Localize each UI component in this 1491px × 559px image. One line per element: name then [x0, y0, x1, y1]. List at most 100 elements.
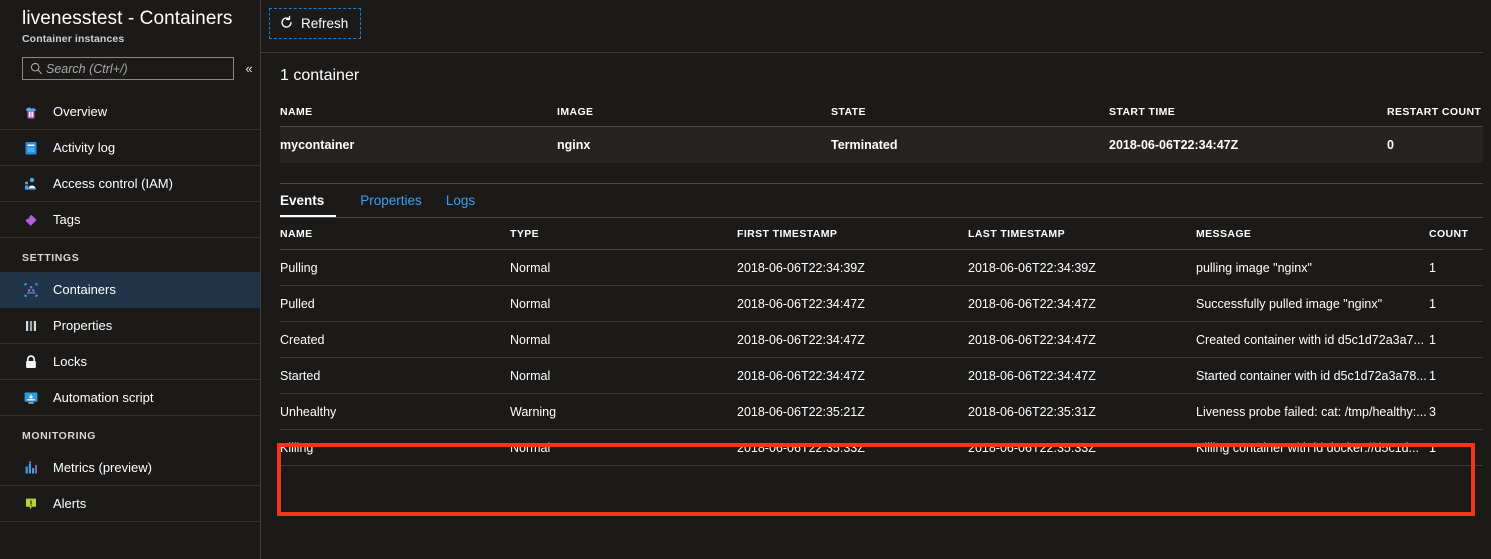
search-row: « [0, 45, 260, 80]
cell-message: Created container with id d5c1d72a3a7... [1196, 332, 1424, 347]
sidebar-item-label: Overview [53, 104, 108, 119]
cell-event-type: Normal [510, 260, 551, 275]
sidebar-item-metrics[interactable]: Metrics (preview) [0, 450, 260, 486]
tab-properties[interactable]: Properties [348, 184, 434, 217]
sidebar-item-access-control[interactable]: Access control (IAM) [0, 166, 260, 202]
table-row[interactable]: mycontainer nginx Terminated 2018-06-06T… [280, 127, 1483, 163]
search-box[interactable] [22, 57, 235, 80]
cell-count: 1 [1429, 260, 1436, 275]
column-header-event-name: NAME [280, 227, 313, 240]
cell-event-name: Started [280, 368, 321, 383]
sidebar-item-alerts[interactable]: Alerts [0, 486, 260, 522]
cell-event-type: Normal [510, 368, 551, 383]
cell-first-timestamp: 2018-06-06T22:34:47Z [737, 332, 865, 347]
table-row[interactable]: Killing Normal 2018-06-06T22:35:33Z 2018… [280, 430, 1483, 466]
sidebar-item-locks[interactable]: Locks [0, 344, 260, 380]
sidebar-item-label: Locks [53, 354, 87, 369]
sidebar-item-containers[interactable]: Containers [0, 272, 260, 308]
main-content: Refresh 1 container NAME IMAGE STATE STA… [261, 0, 1491, 559]
cell-event-type: Warning [510, 404, 557, 419]
sidebar-item-label: Access control (IAM) [53, 176, 173, 191]
cell-container-name: mycontainer [280, 138, 355, 152]
containers-table: NAME IMAGE STATE START TIME RESTART COUN… [261, 97, 1491, 163]
refresh-button-label: Refresh [301, 16, 349, 31]
column-header-restart-count: RESTART COUNT [1387, 105, 1482, 118]
cell-count: 3 [1429, 404, 1436, 419]
table-row[interactable]: Created Normal 2018-06-06T22:34:47Z 2018… [280, 322, 1483, 358]
alerts-bell-badge-icon [22, 495, 40, 513]
table-row[interactable]: Started Normal 2018-06-06T22:34:47Z 2018… [280, 358, 1483, 394]
sidebar-item-overview[interactable]: Overview [0, 94, 260, 130]
column-header-count: COUNT [1429, 227, 1469, 240]
column-header-name: NAME [280, 105, 313, 118]
cell-first-timestamp: 2018-06-06T22:34:39Z [737, 260, 865, 275]
sidebar-item-activity-log[interactable]: Activity log [0, 130, 260, 166]
cell-first-timestamp: 2018-06-06T22:35:21Z [737, 404, 865, 419]
column-header-state: STATE [831, 105, 866, 118]
access-control-people-icon [22, 175, 40, 193]
refresh-button[interactable]: Refresh [269, 8, 362, 39]
cell-container-restart-count: 0 [1387, 138, 1394, 152]
sidebar-item-label: Properties [53, 318, 113, 333]
detail-tabs-wrap: Events Properties Logs [261, 183, 1491, 218]
azure-portal-blade: livenesstest - Containers Container inst… [0, 0, 1491, 559]
events-table: NAME TYPE FIRST TIMESTAMP LAST TIMESTAMP… [261, 218, 1491, 466]
cell-container-image: nginx [557, 138, 591, 152]
cell-event-name: Pulled [280, 296, 315, 311]
page-subtitle: Container instances [22, 33, 125, 45]
cell-last-timestamp: 2018-06-06T22:34:47Z [968, 368, 1096, 383]
cell-message: Successfully pulled image "nginx" [1196, 296, 1383, 311]
sidebar-section-settings: SETTINGS [22, 252, 80, 264]
properties-sliders-icon [22, 317, 40, 335]
sidebar-item-label: Alerts [53, 496, 87, 511]
container-count-title: 1 container [280, 67, 360, 84]
sidebar-item-label: Metrics (preview) [53, 460, 152, 475]
automation-script-monitor-icon [22, 389, 40, 407]
cell-event-type: Normal [510, 332, 551, 347]
sidebar-item-tags[interactable]: Tags [0, 202, 260, 238]
table-row[interactable]: Unhealthy Warning 2018-06-06T22:35:21Z 2… [280, 394, 1483, 430]
column-header-first-timestamp: FIRST TIMESTAMP [737, 227, 838, 240]
sidebar-section-monitoring: MONITORING [22, 430, 97, 442]
column-header-image: IMAGE [557, 105, 594, 118]
command-toolbar: Refresh [261, 0, 1491, 46]
table-row[interactable]: Pulled Normal 2018-06-06T22:34:47Z 2018-… [280, 286, 1483, 322]
column-header-start-time: START TIME [1109, 105, 1176, 118]
cell-event-name: Created [280, 332, 325, 347]
table-row[interactable]: Pulling Normal 2018-06-06T22:34:39Z 2018… [280, 250, 1483, 286]
detail-tabs: Events Properties Logs [280, 184, 1483, 217]
cell-event-type: Normal [510, 440, 551, 455]
cell-event-name: Unhealthy [280, 404, 337, 419]
sidebar-item-label: Activity log [53, 140, 116, 155]
cell-container-start-time: 2018-06-06T22:34:47Z [1109, 138, 1239, 152]
sidebar-nav: Overview Activity log Access control (IA… [0, 94, 260, 522]
cell-message: Killing container with id docker://d5c1d… [1196, 440, 1420, 455]
search-icon [26, 62, 46, 75]
sidebar-item-automation-script[interactable]: Automation script [0, 380, 260, 416]
sidebar-item-properties[interactable]: Properties [0, 308, 260, 344]
cell-count: 1 [1429, 368, 1436, 383]
cell-message: Liveness probe failed: cat: /tmp/healthy… [1196, 404, 1427, 419]
collapse-blade-icon[interactable]: « [238, 58, 260, 80]
containers-icon [22, 281, 40, 299]
overview-cloud-icon [22, 103, 40, 121]
tab-logs[interactable]: Logs [434, 184, 487, 217]
cell-count: 1 [1429, 332, 1436, 347]
cell-count: 1 [1429, 296, 1436, 311]
tab-events[interactable]: Events [280, 184, 337, 217]
activity-log-book-icon [22, 139, 40, 157]
cell-first-timestamp: 2018-06-06T22:34:47Z [737, 368, 865, 383]
cell-container-state: Terminated [831, 138, 898, 152]
page-title: livenesstest - Containers [22, 8, 233, 29]
column-header-event-type: TYPE [510, 227, 540, 240]
containers-table-header: NAME IMAGE STATE START TIME RESTART COUN… [280, 97, 1483, 127]
cell-last-timestamp: 2018-06-06T22:35:33Z [968, 440, 1096, 455]
sidebar-item-label: Automation script [53, 390, 154, 405]
cell-event-name: Pulling [280, 260, 318, 275]
column-header-message: MESSAGE [1196, 227, 1252, 240]
cell-message: Started container with id d5c1d72a3a78..… [1196, 368, 1427, 383]
cell-first-timestamp: 2018-06-06T22:35:33Z [737, 440, 865, 455]
cell-last-timestamp: 2018-06-06T22:34:39Z [968, 260, 1096, 275]
cell-count: 1 [1429, 440, 1436, 455]
search-input[interactable] [46, 61, 234, 76]
